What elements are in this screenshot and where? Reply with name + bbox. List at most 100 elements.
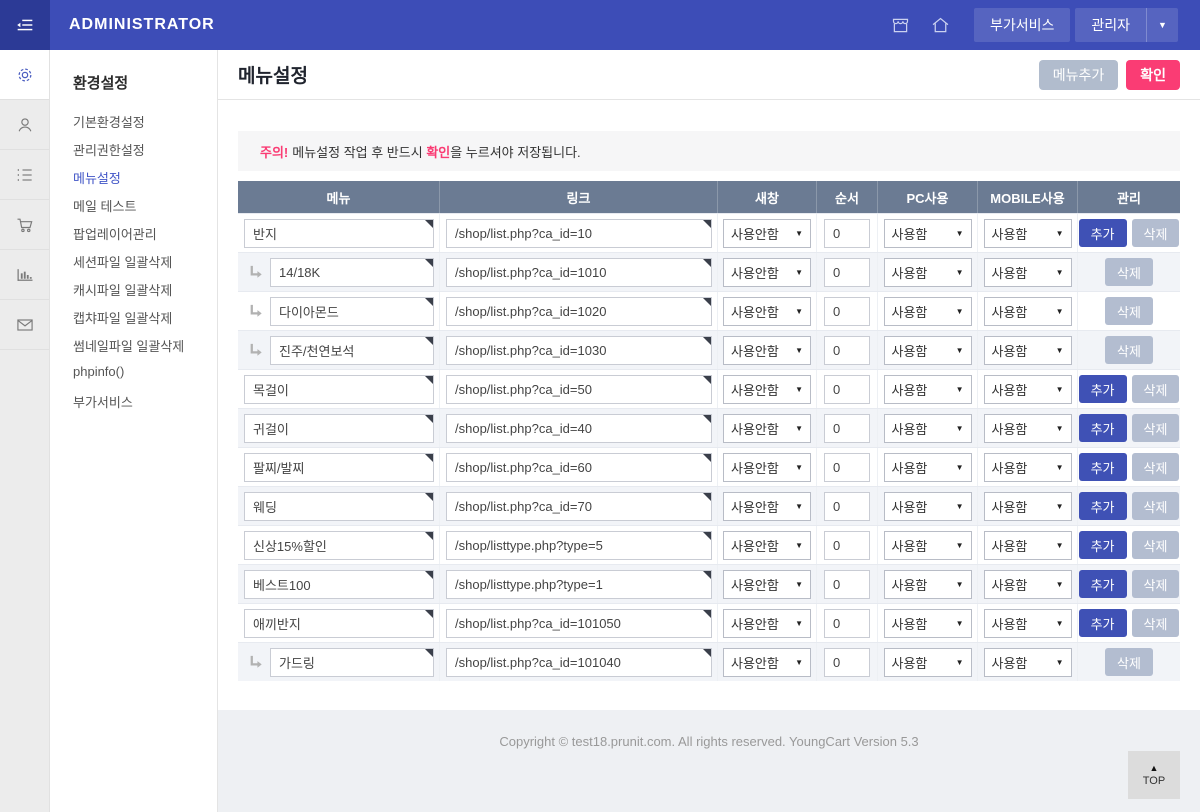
sidebar-item[interactable]: 팝업레이어관리 [73,224,217,252]
mobile-use-select[interactable]: 사용함▼ [984,570,1072,599]
pc-use-select[interactable]: 사용함▼ [884,492,972,521]
delete-button[interactable]: 삭제 [1105,297,1153,325]
link-input[interactable] [446,531,712,560]
rail-item-gear[interactable] [0,50,49,100]
link-input[interactable] [446,570,712,599]
mobile-use-select[interactable]: 사용함▼ [984,219,1072,248]
admin-dropdown-button[interactable]: ▼ [1146,8,1178,42]
new-window-select[interactable]: 사용안함▼ [723,609,811,638]
new-window-select[interactable]: 사용안함▼ [723,648,811,677]
new-window-select[interactable]: 사용안함▼ [723,336,811,365]
menu-name-input[interactable] [244,219,434,248]
sidebar-item[interactable]: 세션파일 일괄삭제 [73,252,217,280]
delete-button[interactable]: 삭제 [1132,453,1180,481]
add-button[interactable]: 추가 [1079,375,1127,403]
new-window-select[interactable]: 사용안함▼ [723,570,811,599]
order-input[interactable] [824,492,870,521]
order-input[interactable] [824,609,870,638]
add-button[interactable]: 추가 [1079,570,1127,598]
delete-button[interactable]: 삭제 [1132,414,1180,442]
delete-button[interactable]: 삭제 [1105,258,1153,286]
mobile-use-select[interactable]: 사용함▼ [984,453,1072,482]
add-button[interactable]: 추가 [1079,219,1127,247]
link-input[interactable] [446,375,712,404]
rail-item-list[interactable] [0,150,49,200]
mobile-use-select[interactable]: 사용함▼ [984,609,1072,638]
new-window-select[interactable]: 사용안함▼ [723,258,811,287]
rail-item-chart[interactable] [0,250,49,300]
delete-button[interactable]: 삭제 [1132,609,1180,637]
rail-item-user[interactable] [0,100,49,150]
delete-button[interactable]: 삭제 [1105,336,1153,364]
link-input[interactable] [446,219,712,248]
mobile-use-select[interactable]: 사용함▼ [984,375,1072,404]
menu-name-input[interactable] [244,492,434,521]
order-input[interactable] [824,414,870,443]
rail-item-cart[interactable] [0,200,49,250]
sidebar-item[interactable]: 캐시파일 일괄삭제 [73,280,217,308]
link-input[interactable] [446,453,712,482]
mobile-use-select[interactable]: 사용함▼ [984,336,1072,365]
pc-use-select[interactable]: 사용함▼ [884,258,972,287]
menu-name-input[interactable] [244,531,434,560]
new-window-select[interactable]: 사용안함▼ [723,219,811,248]
pc-use-select[interactable]: 사용함▼ [884,570,972,599]
link-input[interactable] [446,258,712,287]
delete-button[interactable]: 삭제 [1132,375,1180,403]
sidebar-item[interactable]: 관리권한설정 [73,140,217,168]
sidebar-item[interactable]: 메뉴설정 [73,168,217,196]
menu-name-input[interactable] [270,297,434,326]
link-input[interactable] [446,297,712,326]
pc-use-select[interactable]: 사용함▼ [884,219,972,248]
pc-use-select[interactable]: 사용함▼ [884,414,972,443]
home-button[interactable] [928,12,954,38]
sidebar-item[interactable]: 부가서비스 [73,392,217,420]
pc-use-select[interactable]: 사용함▼ [884,531,972,560]
new-window-select[interactable]: 사용안함▼ [723,297,811,326]
mobile-use-select[interactable]: 사용함▼ [984,648,1072,677]
add-button[interactable]: 추가 [1079,414,1127,442]
order-input[interactable] [824,219,870,248]
pc-use-select[interactable]: 사용함▼ [884,648,972,677]
pc-use-select[interactable]: 사용함▼ [884,336,972,365]
delete-button[interactable]: 삭제 [1132,492,1180,520]
mobile-use-select[interactable]: 사용함▼ [984,531,1072,560]
sidebar-item[interactable]: 메일 테스트 [73,196,217,224]
order-input[interactable] [824,648,870,677]
delete-button[interactable]: 삭제 [1132,531,1180,559]
rail-item-mail[interactable] [0,300,49,350]
mobile-use-select[interactable]: 사용함▼ [984,492,1072,521]
link-input[interactable] [446,336,712,365]
mobile-use-select[interactable]: 사용함▼ [984,258,1072,287]
menu-name-input[interactable] [244,570,434,599]
pc-use-select[interactable]: 사용함▼ [884,453,972,482]
menu-name-input[interactable] [244,414,434,443]
new-window-select[interactable]: 사용안함▼ [723,531,811,560]
order-input[interactable] [824,453,870,482]
delete-button[interactable]: 삭제 [1132,219,1180,247]
scroll-top-button[interactable]: ▲ TOP [1128,751,1180,799]
sidebar-item[interactable]: 캡챠파일 일괄삭제 [73,308,217,336]
menu-add-button[interactable]: 메뉴추가 [1039,60,1119,90]
menu-name-input[interactable] [270,648,434,677]
menu-name-input[interactable] [244,453,434,482]
add-button[interactable]: 추가 [1079,453,1127,481]
mobile-use-select[interactable]: 사용함▼ [984,297,1072,326]
order-input[interactable] [824,297,870,326]
order-input[interactable] [824,336,870,365]
link-input[interactable] [446,492,712,521]
add-button[interactable]: 추가 [1079,492,1127,520]
order-input[interactable] [824,258,870,287]
storefront-button[interactable] [888,12,914,38]
menu-name-input[interactable] [244,375,434,404]
sidebar-item[interactable]: 썸네일파일 일괄삭제 [73,336,217,364]
link-input[interactable] [446,609,712,638]
delete-button[interactable]: 삭제 [1105,648,1153,676]
admin-button[interactable]: 관리자 [1075,8,1146,42]
menu-name-input[interactable] [244,609,434,638]
order-input[interactable] [824,375,870,404]
mobile-use-select[interactable]: 사용함▼ [984,414,1072,443]
menu-name-input[interactable] [270,258,434,287]
pc-use-select[interactable]: 사용함▼ [884,375,972,404]
sidebar-item[interactable]: 기본환경설정 [73,112,217,140]
